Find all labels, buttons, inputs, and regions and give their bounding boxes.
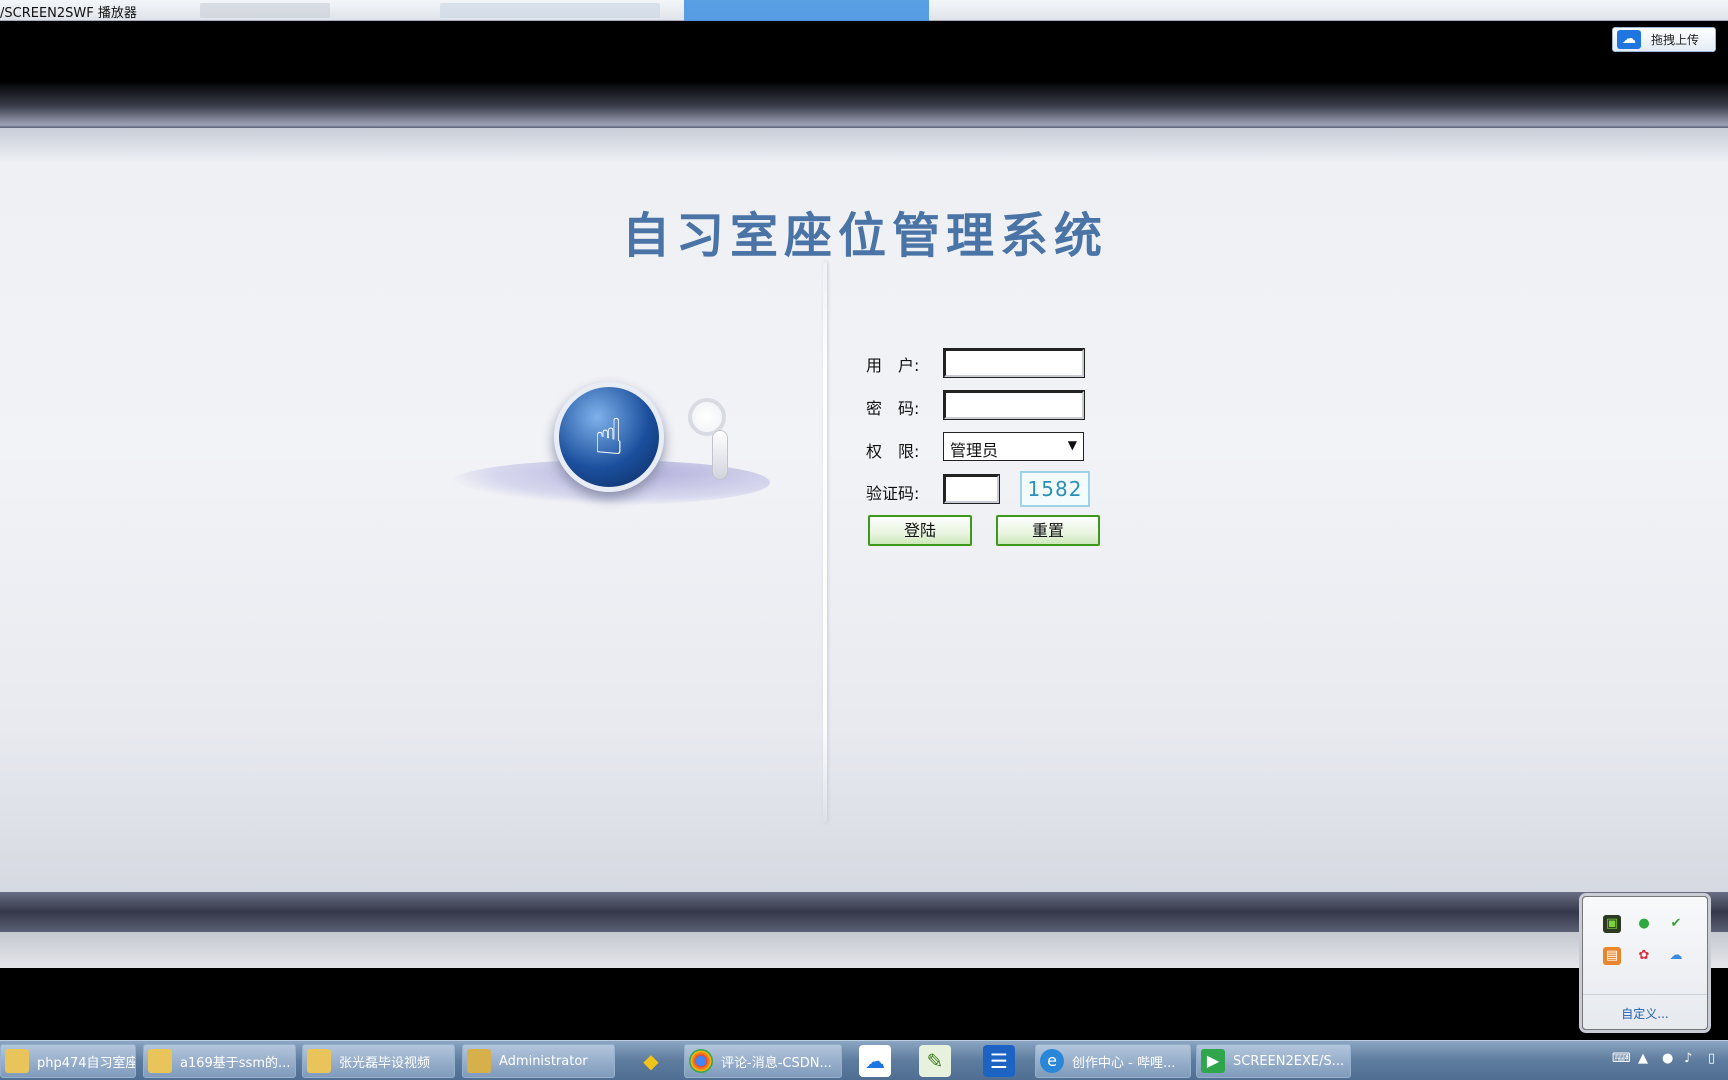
taskbar-item-label: 评论-消息-CSDN... xyxy=(721,1055,832,1071)
footer-strip xyxy=(0,932,1728,968)
upload-button[interactable]: ☁ 拖拽上传 xyxy=(1612,27,1716,52)
password-label: 密 码: xyxy=(866,399,920,418)
login-illustration: ☝ xyxy=(450,380,770,530)
cloud-icon: ☁ xyxy=(1617,30,1641,49)
taskbar-item-label: 张光磊毕设视频 xyxy=(339,1055,431,1071)
wechat-icon[interactable]: ● xyxy=(1635,915,1653,933)
captcha-input[interactable] xyxy=(943,474,1000,504)
background-tab[interactable] xyxy=(440,3,660,18)
taskbar-item[interactable]: 张光磊毕设视频 xyxy=(302,1044,455,1078)
chevron-down-icon: ▼ xyxy=(1067,438,1077,452)
show-desktop-icon[interactable]: ▯ xyxy=(1708,1051,1715,1066)
user-folder-icon xyxy=(467,1049,491,1073)
taskbar-item[interactable]: 评论-消息-CSDN... xyxy=(684,1044,842,1078)
taskbar-item-label: a169基于ssm的... xyxy=(180,1055,291,1071)
bottom-banner xyxy=(0,968,1728,1040)
top-banner: ☁ 拖拽上传 xyxy=(0,21,1728,128)
role-label: 权 限: xyxy=(866,442,920,461)
window-title: /SCREEN2SWF 播放器 xyxy=(0,6,137,21)
taskbar-item-label: SCREEN2EXE/S... xyxy=(1233,1053,1345,1069)
role-selected-value: 管理员 xyxy=(950,441,999,460)
chevron-up-icon[interactable]: ▲ xyxy=(1638,1051,1648,1066)
flower-icon[interactable]: ✿ xyxy=(1635,947,1653,965)
list-icon[interactable]: ☰ xyxy=(983,1045,1015,1077)
taskbar-item[interactable]: ▶ SCREEN2EXE/S... xyxy=(1196,1044,1351,1078)
baidu-cloud-icon[interactable]: ☁ xyxy=(1667,947,1685,965)
keyboard-icon[interactable]: ⌨ xyxy=(1612,1051,1631,1066)
edge-icon: e xyxy=(1040,1049,1064,1073)
page-title: 自习室座位管理系统 xyxy=(621,208,1108,264)
reset-button[interactable]: 重置 xyxy=(996,515,1100,546)
taskbar-item[interactable]: e 创作中心 - 哔哩... xyxy=(1035,1044,1191,1078)
background-tab[interactable] xyxy=(200,3,330,18)
baidu-cloud-icon[interactable]: ☁ xyxy=(859,1045,891,1077)
taskbar-item-label: 创作中心 - 哔哩... xyxy=(1072,1055,1176,1071)
username-label: 用 户: xyxy=(866,356,920,375)
taskbar-item[interactable]: a169基于ssm的... xyxy=(143,1044,296,1078)
app-icon[interactable]: ▤ xyxy=(1603,947,1621,965)
system-tray: ⌨ ▲ ● ♪ ▯ xyxy=(1600,1041,1728,1080)
captcha-label: 验证码: xyxy=(866,484,920,503)
qq-icon[interactable]: ● xyxy=(1662,1051,1673,1066)
tray-overflow-popup: ▣ ● ✔ ▤ ✿ ☁ 自定义... xyxy=(1582,896,1708,1030)
taskbar: php474自习室座... a169基于ssm的... 张光磊毕设视频 Admi… xyxy=(0,1040,1728,1080)
login-button[interactable]: 登陆 xyxy=(868,515,972,546)
security-shield-icon[interactable]: ✔ xyxy=(1667,915,1685,933)
hand-pointer-icon: ☝ xyxy=(554,382,664,492)
customize-link[interactable]: 自定义... xyxy=(1583,994,1707,1022)
vertical-divider xyxy=(823,262,827,822)
taskbar-item-label: php474自习室座... xyxy=(37,1055,135,1071)
window-title-bar: /SCREEN2SWF 播放器 xyxy=(0,0,1728,21)
volume-icon[interactable]: ♪ xyxy=(1684,1051,1692,1066)
captcha-image[interactable]: 1582 xyxy=(1020,471,1090,507)
username-input[interactable] xyxy=(943,348,1085,378)
chrome-icon xyxy=(689,1049,713,1073)
app-launcher-icon[interactable]: ◆ xyxy=(635,1045,667,1077)
screen: /SCREEN2SWF 播放器 ☁ 拖拽上传 自习室座位管理系统 ☝ 用 户: … xyxy=(0,0,1728,1080)
nvidia-icon[interactable]: ▣ xyxy=(1603,915,1621,933)
screen2exe-icon: ▶ xyxy=(1201,1049,1225,1073)
taskbar-item[interactable]: Administrator xyxy=(462,1044,615,1078)
folder-icon xyxy=(148,1049,172,1073)
footer-bar xyxy=(0,892,1728,932)
active-tab[interactable] xyxy=(684,0,929,21)
notepad-icon[interactable]: ✎ xyxy=(919,1045,951,1077)
taskbar-item-label: Administrator xyxy=(499,1053,588,1069)
folder-icon xyxy=(307,1049,331,1073)
password-input[interactable] xyxy=(943,390,1085,420)
role-select[interactable]: 管理员 ▼ xyxy=(943,432,1084,461)
folder-icon xyxy=(5,1049,29,1073)
taskbar-item[interactable]: php474自习室座... xyxy=(0,1044,136,1078)
figure-icon xyxy=(712,430,728,480)
upload-button-label: 拖拽上传 xyxy=(1651,33,1700,47)
